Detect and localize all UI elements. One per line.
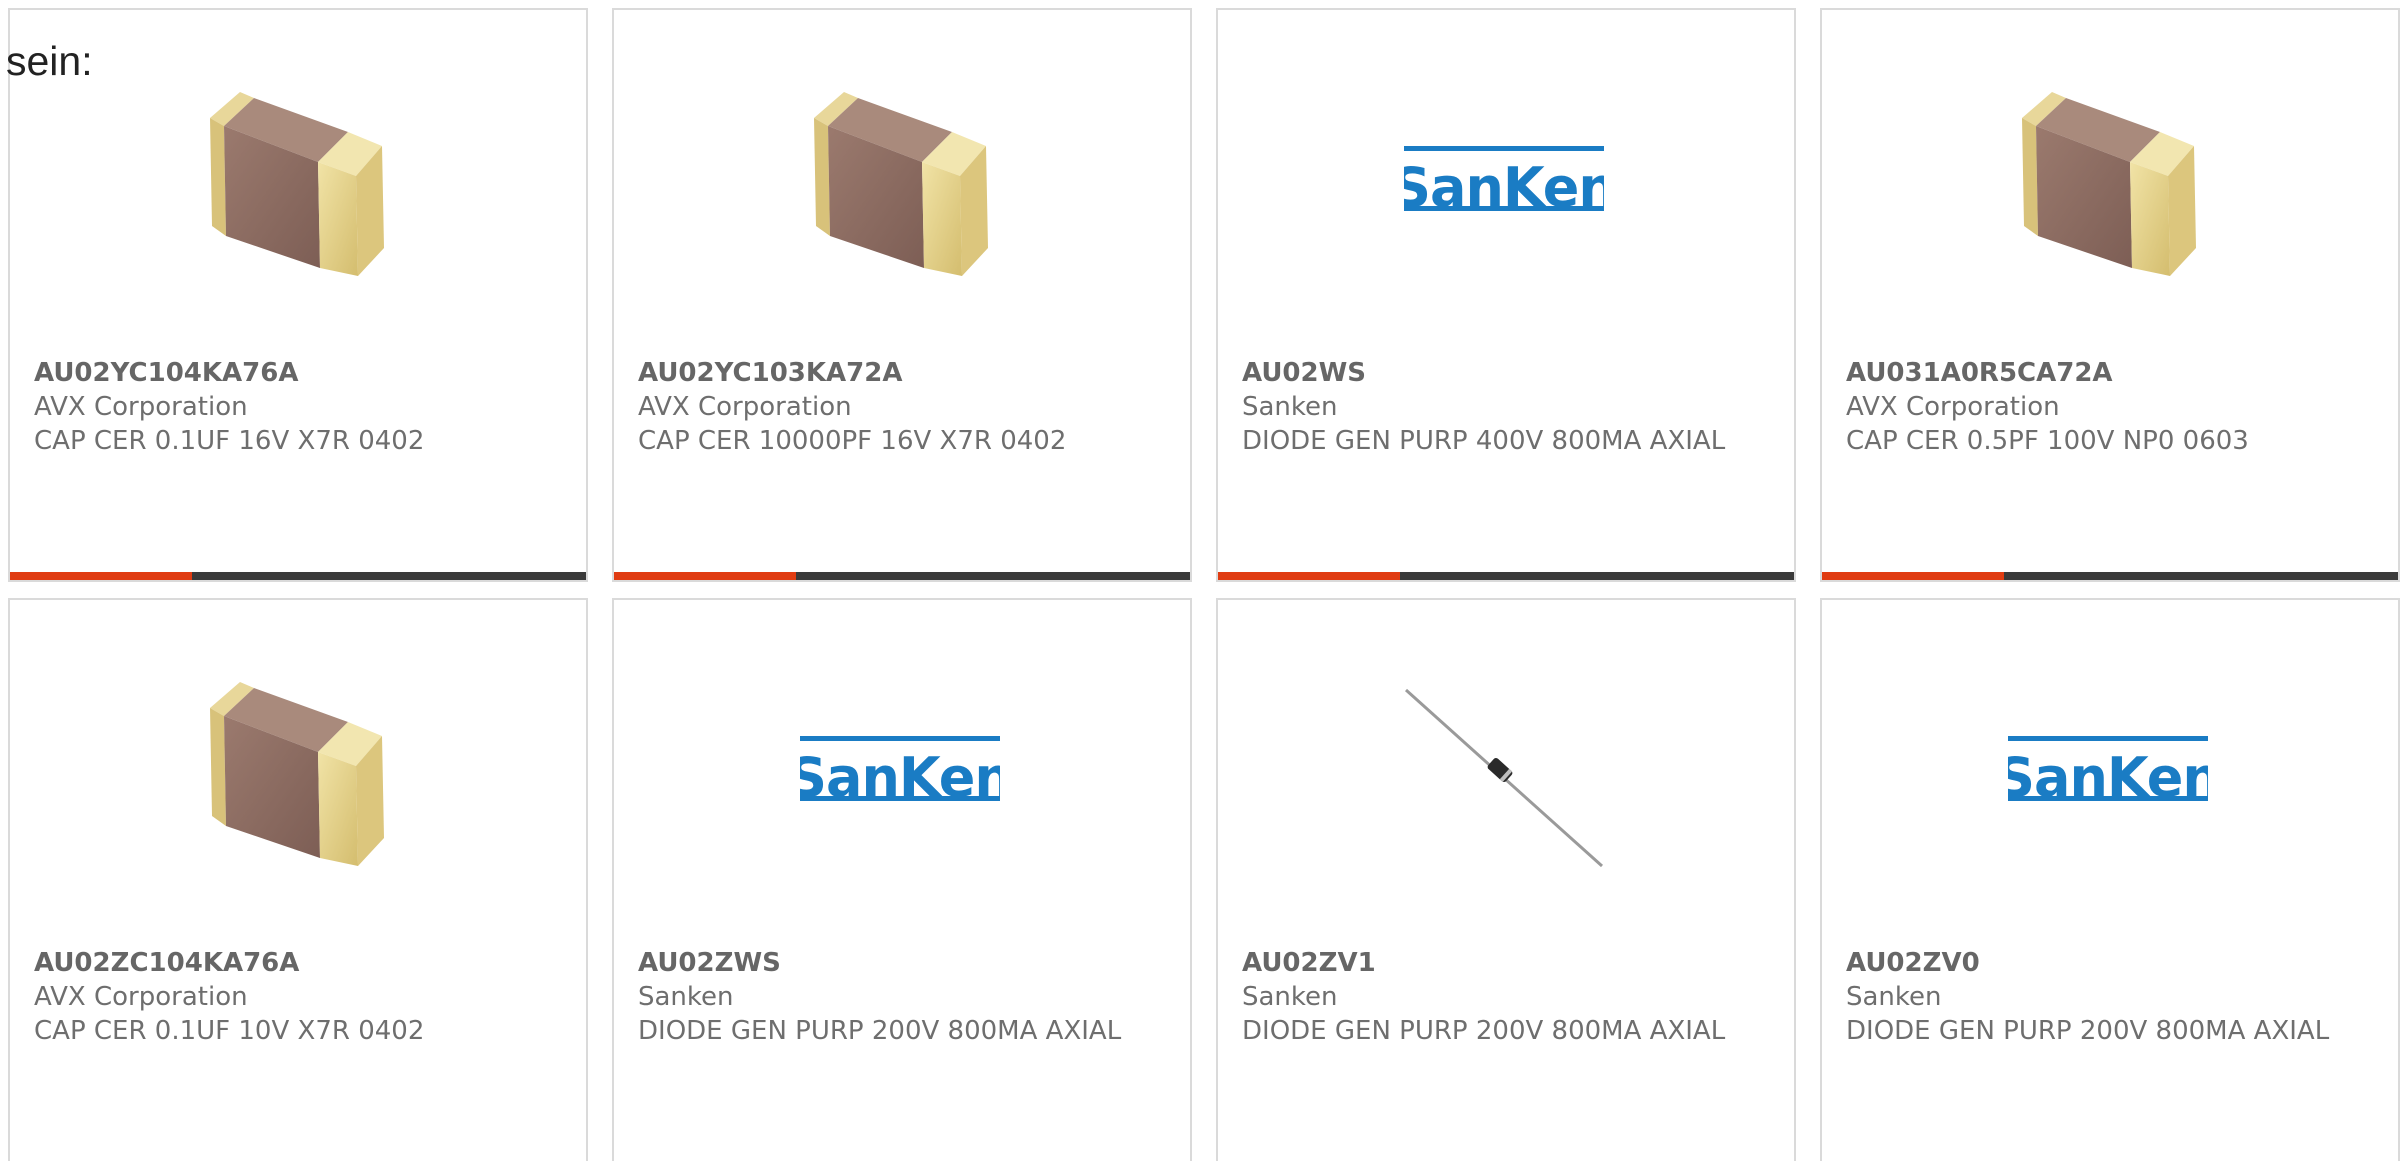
sanken-logo: SanKen <box>800 736 1000 809</box>
product-image[interactable]: SanKen <box>800 670 1000 870</box>
part-number-link[interactable]: AU02WS <box>1242 356 1774 390</box>
product-card[interactable]: AU02YC103KA72A AVX Corporation CAP CER 100… <box>612 8 1192 582</box>
sanken-logo: SanKen <box>2008 736 2208 809</box>
card-bar-accent <box>1822 572 2004 580</box>
card-bottom-bar <box>614 572 1190 580</box>
part-number-link[interactable]: AU02YC103KA72A <box>638 356 1170 390</box>
product-info: AU02ZWS Sanken DIODE GEN PURP 200V 800MA A… <box>638 946 1170 1048</box>
product-card[interactable]: SanKen AU02ZV0 Sanken DIODE GEN PURP 200V … <box>1820 598 2400 1161</box>
manufacturer-name: Sanken <box>1242 392 1338 422</box>
product-image[interactable]: SanKen <box>2008 670 2208 870</box>
part-number-link[interactable]: AU02ZC104KA76A <box>34 946 566 980</box>
product-description: CAP CER 10000PF 16V X7R 0402 <box>638 426 1067 456</box>
capacitor-chip-icon <box>2022 92 2196 276</box>
manufacturer-name: AVX Corporation <box>34 392 248 422</box>
capacitor-chip-icon <box>814 92 988 276</box>
card-bar-accent <box>10 572 192 580</box>
part-number-link[interactable]: AU02ZV1 <box>1242 946 1774 980</box>
part-number-link[interactable]: AU031A0R5CA72A <box>1846 356 2378 390</box>
product-info: AU02ZC104KA76A AVX Corporation CAP CER 0.1… <box>34 946 566 1048</box>
product-card[interactable]: AU031A0R5CA72A AVX Corporation CAP CER 0.5… <box>1820 8 2400 582</box>
intro-text: sein: <box>6 38 93 84</box>
product-image[interactable] <box>196 670 396 870</box>
product-info: AU02YC103KA72A AVX Corporation CAP CER 100… <box>638 356 1170 458</box>
product-image[interactable] <box>2008 80 2208 280</box>
axial-diode-icon <box>1404 688 1604 868</box>
manufacturer-name: Sanken <box>638 982 734 1012</box>
card-bottom-bar <box>10 572 586 580</box>
manufacturer-name: AVX Corporation <box>638 392 852 422</box>
product-card[interactable]: AU02YC104KA76A AVX Corporation CAP CER 0.1… <box>8 8 588 582</box>
product-card[interactable]: SanKen AU02ZWS Sanken DIODE GEN PURP 200V … <box>612 598 1192 1161</box>
product-description: DIODE GEN PURP 200V 800MA AXIAL <box>1846 1016 2330 1046</box>
product-image[interactable] <box>800 80 1000 280</box>
manufacturer-name: AVX Corporation <box>34 982 248 1012</box>
product-card[interactable]: SanKen AU02WS Sanken DIODE GEN PURP 400V 8… <box>1216 8 1796 582</box>
sanken-logo: SanKen <box>1404 146 1604 219</box>
product-image[interactable] <box>1404 670 1604 870</box>
manufacturer-name: AVX Corporation <box>1846 392 2060 422</box>
capacitor-chip-icon <box>210 682 384 866</box>
product-card[interactable]: AU02ZV1 Sanken DIODE GEN PURP 200V 800MA A… <box>1216 598 1796 1161</box>
card-bar-accent <box>614 572 796 580</box>
product-description: DIODE GEN PURP 200V 800MA AXIAL <box>1242 1016 1726 1046</box>
product-description: CAP CER 0.1UF 16V X7R 0402 <box>34 426 425 456</box>
capacitor-chip-icon <box>210 92 384 276</box>
part-number-link[interactable]: AU02YC104KA76A <box>34 356 566 390</box>
card-bottom-bar <box>1218 572 1794 580</box>
part-number-link[interactable]: AU02ZV0 <box>1846 946 2378 980</box>
product-description: DIODE GEN PURP 200V 800MA AXIAL <box>638 1016 1122 1046</box>
product-info: AU02WS Sanken DIODE GEN PURP 400V 800MA AX… <box>1242 356 1774 458</box>
card-bar-accent <box>1218 572 1400 580</box>
product-info: AU031A0R5CA72A AVX Corporation CAP CER 0.5… <box>1846 356 2378 458</box>
product-description: CAP CER 0.1UF 10V X7R 0402 <box>34 1016 425 1046</box>
product-info: AU02YC104KA76A AVX Corporation CAP CER 0.1… <box>34 356 566 458</box>
manufacturer-name: Sanken <box>1846 982 1942 1012</box>
product-image[interactable] <box>196 80 396 280</box>
product-image[interactable]: SanKen <box>1404 80 1604 280</box>
product-description: CAP CER 0.5PF 100V NP0 0603 <box>1846 426 2249 456</box>
product-card[interactable]: AU02ZC104KA76A AVX Corporation CAP CER 0.1… <box>8 598 588 1161</box>
product-info: AU02ZV1 Sanken DIODE GEN PURP 200V 800MA A… <box>1242 946 1774 1048</box>
manufacturer-name: Sanken <box>1242 982 1338 1012</box>
product-description: DIODE GEN PURP 400V 800MA AXIAL <box>1242 426 1726 456</box>
part-number-link[interactable]: AU02ZWS <box>638 946 1170 980</box>
product-info: AU02ZV0 Sanken DIODE GEN PURP 200V 800MA A… <box>1846 946 2378 1048</box>
card-bottom-bar <box>1822 572 2398 580</box>
product-grid: AU02YC104KA76A AVX Corporation CAP CER 0.1… <box>0 0 2400 1161</box>
product-grid-page: sein: AU02YC104KA76A AVX Corporation CAP C… <box>0 0 2400 1161</box>
